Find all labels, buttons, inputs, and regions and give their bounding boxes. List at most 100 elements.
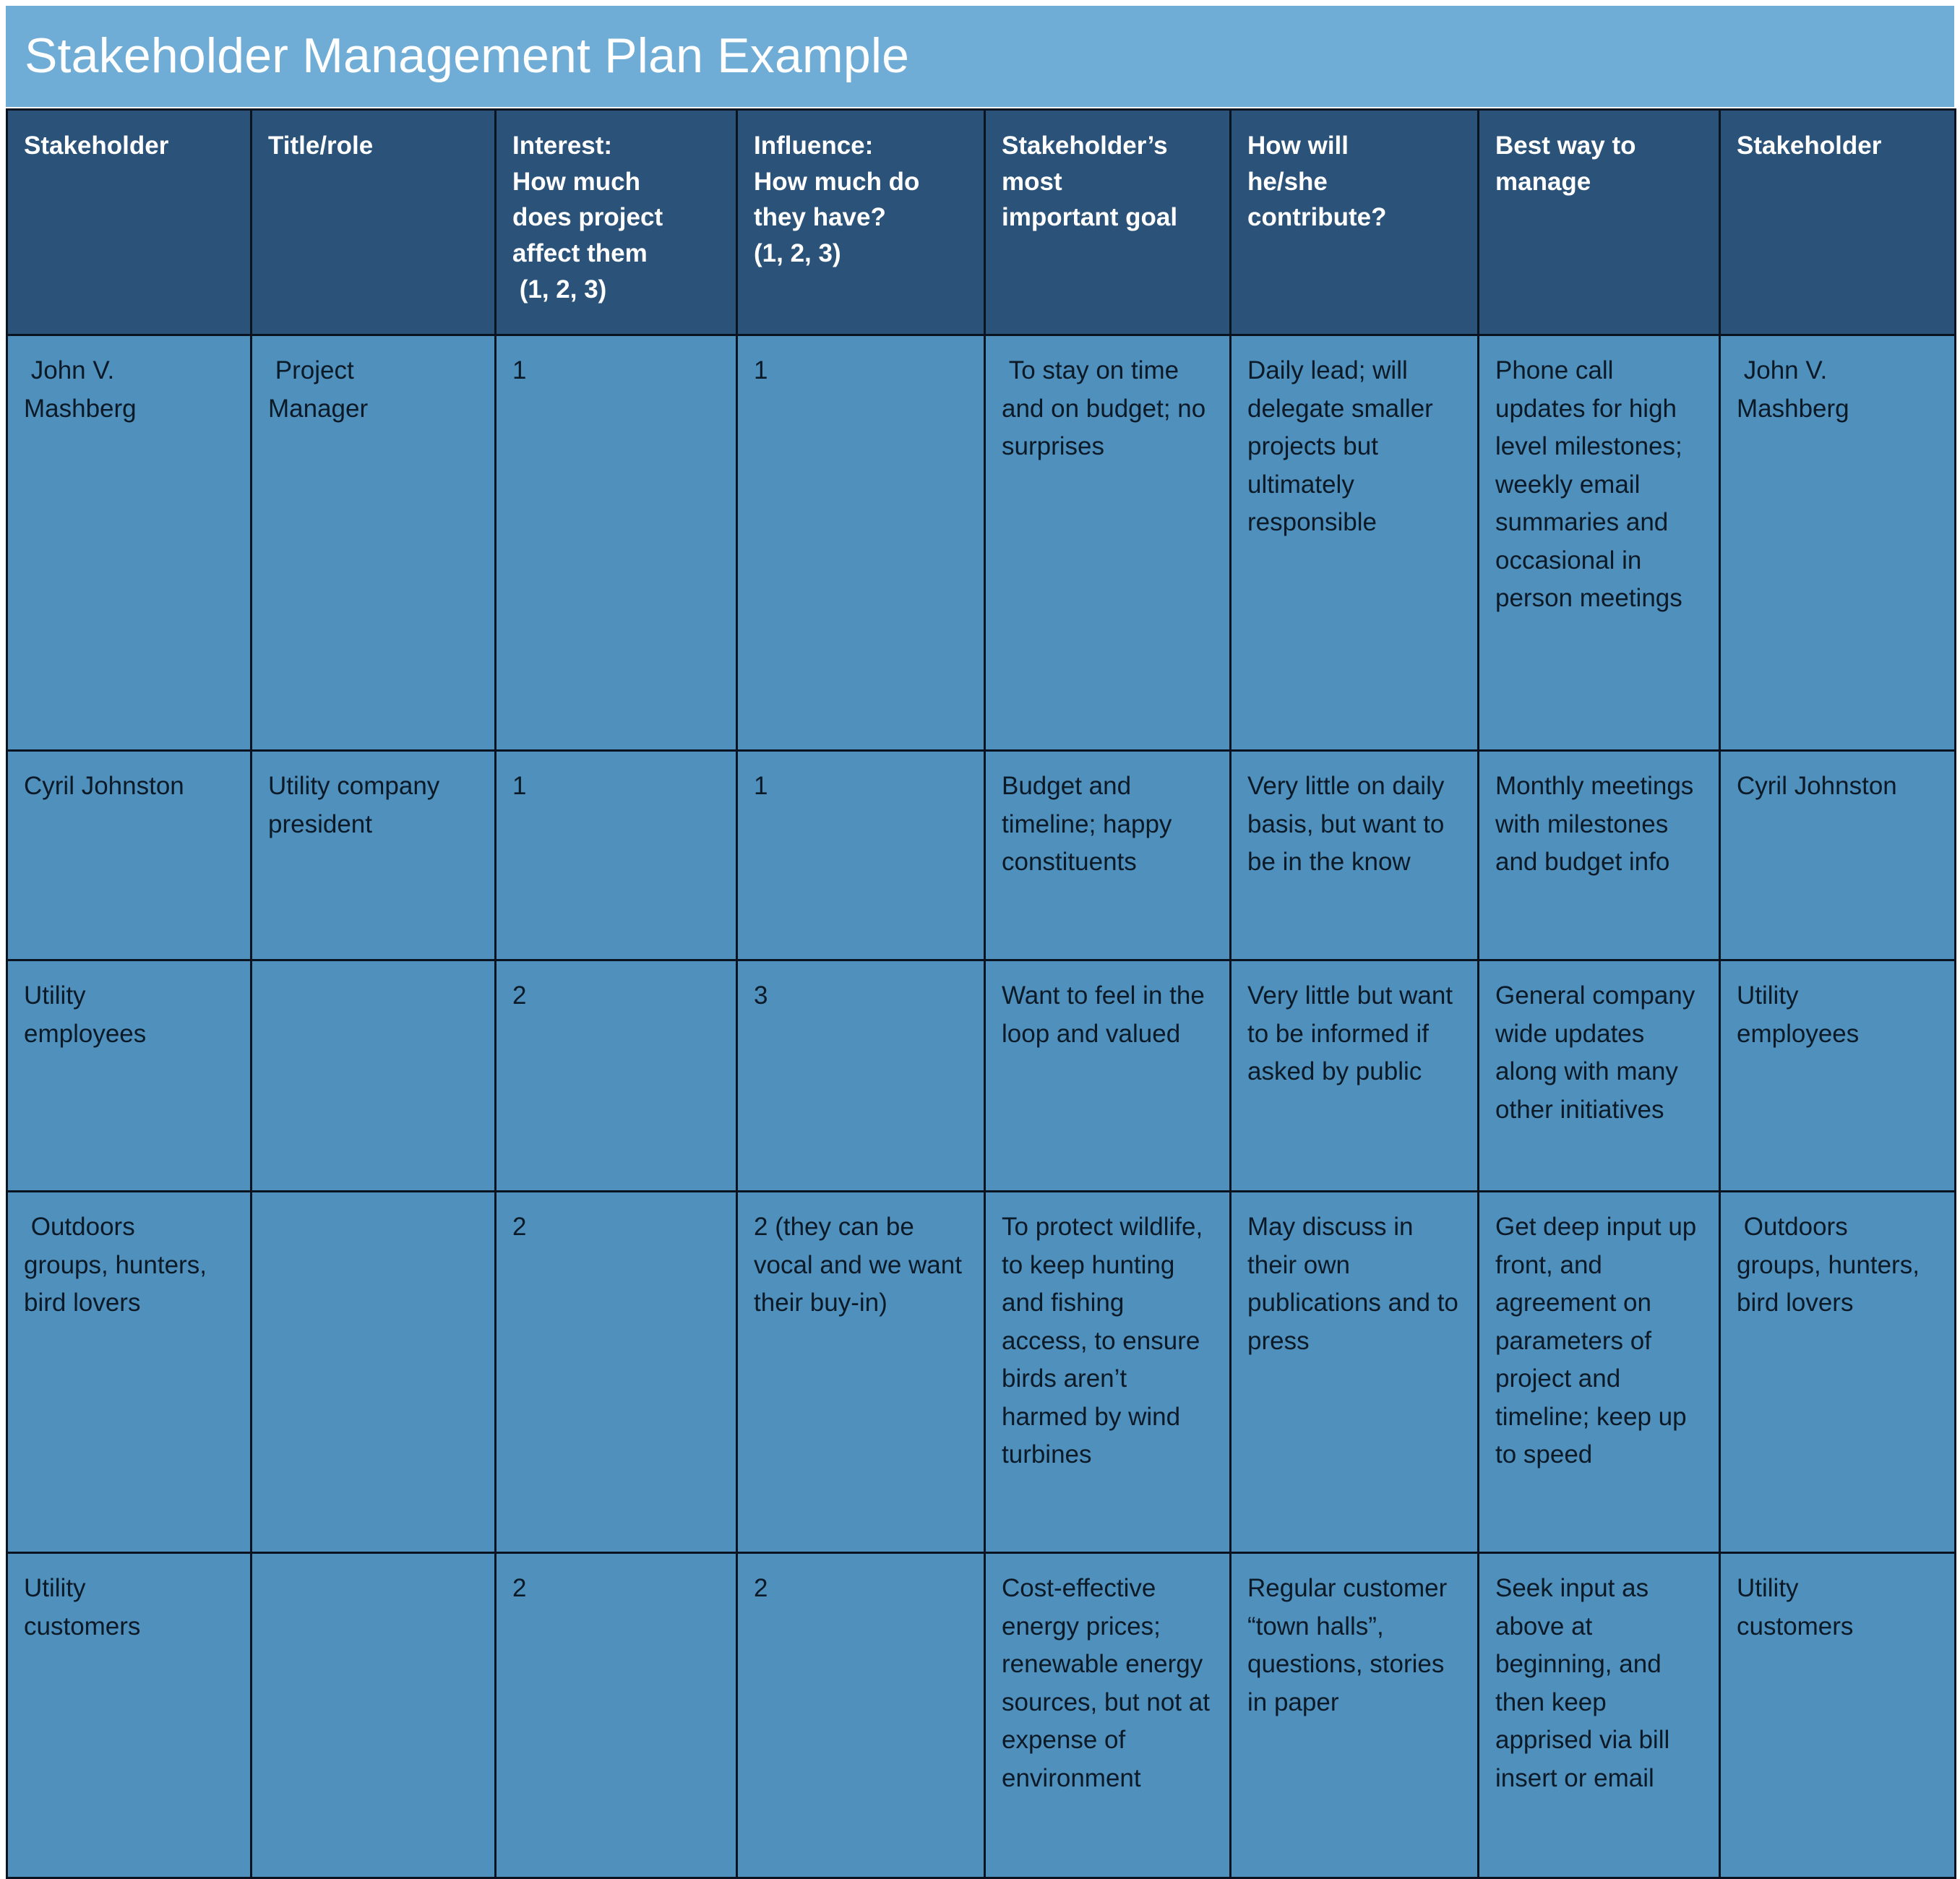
cell-most-important-goal: Cost-effective energy prices; renewable … xyxy=(984,1552,1232,1879)
cell-value: Very little on daily basis, but want to … xyxy=(1247,772,1452,876)
cell-value: Seek input as above at beginning, and th… xyxy=(1495,1574,1677,1792)
cell-value: Utility employees xyxy=(24,981,147,1048)
cell-value: Utility employees xyxy=(1737,981,1860,1048)
column-header-label: Interest: How much does project affect t… xyxy=(512,132,663,304)
stakeholder-management-plan-page: Stakeholder Management Plan Example Stak… xyxy=(0,0,1960,1879)
cell-value: Cyril Johnston xyxy=(24,772,184,800)
cell-value: Budget and timeline; happy constituents xyxy=(1002,772,1179,876)
cell-value: Cost-effective energy prices; renewable … xyxy=(1002,1574,1217,1792)
cell-influence: 2 xyxy=(736,1552,986,1879)
cell-value: To protect wildlife, to keep hunting and… xyxy=(1002,1213,1210,1469)
cell-stakeholder-repeat: Outdoors groups, hunters, bird lovers xyxy=(1719,1190,1956,1554)
cell-influence: 1 xyxy=(736,749,986,961)
column-header-stakeholder: Stakeholder xyxy=(6,108,252,336)
cell-value: 2 xyxy=(512,981,527,1010)
column-header-title-role: Title/role xyxy=(250,108,497,336)
column-header-how-contribute: How will he/she contribute? xyxy=(1229,108,1479,336)
cell-best-way-to-manage: Phone call updates for high level milest… xyxy=(1477,334,1721,752)
column-header-label: Stakeholder xyxy=(24,132,169,160)
column-header-label: Best way to manage xyxy=(1495,132,1636,196)
stakeholder-table: Stakeholder Title/role Interest: How muc… xyxy=(6,108,1956,1879)
cell-value: 2 (they can be vocal and we want their b… xyxy=(754,1213,969,1317)
table-row: Cyril Johnston Utility company president… xyxy=(6,749,1956,961)
cell-value: 1 xyxy=(512,772,527,800)
cell-value: Get deep input up front, and agreement o… xyxy=(1495,1213,1704,1469)
cell-title-role xyxy=(250,1552,497,1879)
table-row: Utility employees 2 3 Want to feel in th… xyxy=(6,959,1956,1192)
cell-most-important-goal: Budget and timeline; happy constituents xyxy=(984,749,1232,961)
cell-best-way-to-manage: Get deep input up front, and agreement o… xyxy=(1477,1190,1721,1554)
cell-best-way-to-manage: General company wide updates along with … xyxy=(1477,959,1721,1192)
cell-value: 3 xyxy=(754,981,768,1010)
column-header-label: Influence: How much do they have? (1, 2,… xyxy=(754,132,920,268)
cell-value: Monthly meetings with milestones and bud… xyxy=(1495,772,1701,876)
cell-value: 1 xyxy=(754,772,768,800)
cell-value: May discuss in their own publications an… xyxy=(1247,1213,1466,1355)
table-row: Utility customers 2 2 Cost-effective ene… xyxy=(6,1552,1956,1879)
cell-influence: 2 (they can be vocal and we want their b… xyxy=(736,1190,986,1554)
cell-value: Outdoors groups, hunters, bird lovers xyxy=(1737,1213,1920,1317)
cell-value: Cyril Johnston xyxy=(1737,772,1897,800)
cell-most-important-goal: To protect wildlife, to keep hunting and… xyxy=(984,1190,1232,1554)
column-header-influence: Influence: How much do they have? (1, 2,… xyxy=(736,108,986,336)
cell-value: 1 xyxy=(512,356,527,384)
cell-best-way-to-manage: Monthly meetings with milestones and bud… xyxy=(1477,749,1721,961)
column-header-best-way-to-manage: Best way to manage xyxy=(1477,108,1721,336)
cell-value: 1 xyxy=(754,356,768,384)
cell-how-contribute: May discuss in their own publications an… xyxy=(1229,1190,1479,1554)
cell-stakeholder-repeat: Cyril Johnston xyxy=(1719,749,1956,961)
cell-influence: 3 xyxy=(736,959,986,1192)
cell-value: Utility customers xyxy=(24,1574,141,1641)
table-row: Outdoors groups, hunters, bird lovers 2 … xyxy=(6,1190,1956,1554)
cell-how-contribute: Very little on daily basis, but want to … xyxy=(1229,749,1479,961)
cell-stakeholder: Cyril Johnston xyxy=(6,749,252,961)
column-header-interest: Interest: How much does project affect t… xyxy=(494,108,738,336)
title-banner: Stakeholder Management Plan Example xyxy=(6,6,1954,107)
column-header-label: How will he/she contribute? xyxy=(1247,132,1387,232)
cell-best-way-to-manage: Seek input as above at beginning, and th… xyxy=(1477,1552,1721,1879)
column-header-label: Title/role xyxy=(268,132,374,160)
column-header-most-important-goal: Stakeholder’s most important goal xyxy=(984,108,1232,336)
cell-value: Very little but want to be informed if a… xyxy=(1247,981,1460,1085)
cell-value: 2 xyxy=(512,1213,527,1241)
cell-value: Regular customer “town halls”, questions… xyxy=(1247,1574,1454,1716)
cell-stakeholder: Utility customers xyxy=(6,1552,252,1879)
cell-value: Daily lead; will delegate smaller projec… xyxy=(1247,356,1440,536)
cell-value: 2 xyxy=(754,1574,768,1602)
cell-value: Project Manager xyxy=(268,356,369,423)
cell-how-contribute: Very little but want to be informed if a… xyxy=(1229,959,1479,1192)
column-header-label: Stakeholder’s most important goal xyxy=(1002,132,1178,232)
cell-value: John V. Mashberg xyxy=(24,356,137,423)
column-header-stakeholder-repeat: Stakeholder xyxy=(1719,108,1956,336)
cell-value: Utility company president xyxy=(268,772,447,838)
cell-stakeholder: John V. Mashberg xyxy=(6,334,252,752)
cell-title-role: Project Manager xyxy=(250,334,497,752)
table-row: John V. Mashberg Project Manager 1 1 To … xyxy=(6,334,1956,752)
cell-stakeholder: Utility employees xyxy=(6,959,252,1192)
cell-how-contribute: Regular customer “town halls”, questions… xyxy=(1229,1552,1479,1879)
cell-interest: 2 xyxy=(494,959,738,1192)
cell-value: 2 xyxy=(512,1574,527,1602)
cell-value: Phone call updates for high level milest… xyxy=(1495,356,1690,612)
cell-stakeholder: Outdoors groups, hunters, bird lovers xyxy=(6,1190,252,1554)
table-header-row: Stakeholder Title/role Interest: How muc… xyxy=(6,108,1956,336)
column-header-label: Stakeholder xyxy=(1737,132,1882,160)
cell-stakeholder-repeat: Utility employees xyxy=(1719,959,1956,1192)
cell-influence: 1 xyxy=(736,334,986,752)
cell-interest: 1 xyxy=(494,749,738,961)
cell-interest: 2 xyxy=(494,1552,738,1879)
cell-interest: 2 xyxy=(494,1190,738,1554)
cell-value: Want to feel in the loop and valued xyxy=(1002,981,1212,1048)
cell-value: John V. Mashberg xyxy=(1737,356,1849,423)
cell-title-role: Utility company president xyxy=(250,749,497,961)
cell-value: General company wide updates along with … xyxy=(1495,981,1702,1124)
cell-title-role xyxy=(250,1190,497,1554)
cell-how-contribute: Daily lead; will delegate smaller projec… xyxy=(1229,334,1479,752)
cell-interest: 1 xyxy=(494,334,738,752)
page-title: Stakeholder Management Plan Example xyxy=(25,28,910,84)
cell-most-important-goal: To stay on time and on budget; no surpri… xyxy=(984,334,1232,752)
cell-title-role xyxy=(250,959,497,1192)
cell-stakeholder-repeat: John V. Mashberg xyxy=(1719,334,1956,752)
cell-most-important-goal: Want to feel in the loop and valued xyxy=(984,959,1232,1192)
cell-value: Utility customers xyxy=(1737,1574,1854,1641)
